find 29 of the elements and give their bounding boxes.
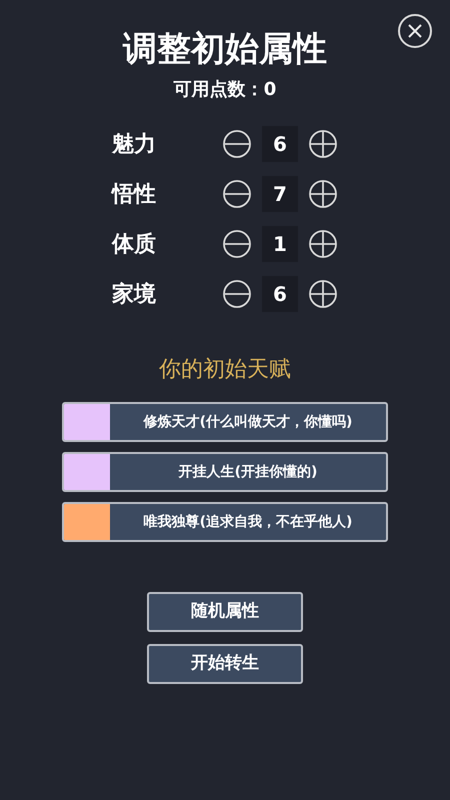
talent-label: 唯我独尊(追求自我，不在乎他人)	[142, 512, 354, 532]
attribute-label: 魅力	[112, 130, 157, 158]
action-button[interactable]: 开始转生	[147, 644, 303, 684]
close-button[interactable]	[398, 14, 432, 48]
talents-heading: 你的初始天赋	[159, 356, 291, 384]
plus-icon[interactable]	[308, 129, 338, 159]
plus-icon[interactable]	[308, 229, 338, 259]
minus-icon[interactable]	[222, 279, 252, 309]
attribute-value: 6	[262, 276, 298, 312]
attribute-value: 7	[262, 176, 298, 212]
action-button[interactable]: 随机属性	[147, 592, 303, 632]
talent-card[interactable]: 唯我独尊(追求自我，不在乎他人)	[62, 502, 388, 542]
attribute-label: 体质	[112, 230, 157, 258]
talent-label: 开挂人生(开挂你懂的)	[178, 462, 318, 482]
attribute-value: 1	[262, 226, 298, 262]
talent-card[interactable]: 修炼天才(什么叫做天才，你懂吗)	[62, 402, 388, 442]
page-title: 调整初始属性	[123, 28, 327, 70]
minus-icon[interactable]	[222, 229, 252, 259]
minus-icon[interactable]	[222, 179, 252, 209]
talent-label: 修炼天才(什么叫做天才，你懂吗)	[142, 412, 354, 432]
close-icon	[408, 24, 422, 38]
plus-icon[interactable]	[308, 179, 338, 209]
minus-icon[interactable]	[222, 129, 252, 159]
plus-icon[interactable]	[308, 279, 338, 309]
attribute-label: 悟性	[112, 180, 157, 208]
talent-card[interactable]: 开挂人生(开挂你懂的)	[62, 452, 388, 492]
attribute-label: 家境	[112, 280, 157, 308]
attribute-value: 6	[262, 126, 298, 162]
available-points: 可用点数：0	[174, 78, 276, 102]
